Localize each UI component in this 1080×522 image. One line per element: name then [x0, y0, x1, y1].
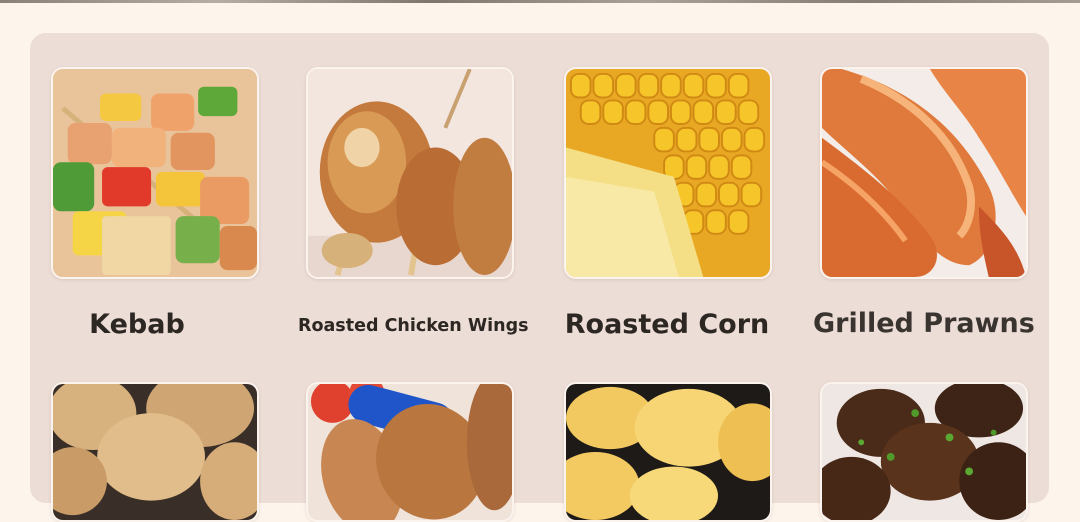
sausages-image[interactable]: [306, 382, 514, 522]
kebab-image[interactable]: [51, 67, 259, 279]
item-label-prawns: Grilled Prawns: [813, 308, 1035, 339]
mushrooms-image[interactable]: [820, 382, 1028, 522]
roasted-potato-chunks-photo: [566, 384, 770, 520]
corn-image[interactable]: [564, 67, 772, 279]
item-label-chicken-wings: Roasted Chicken Wings: [298, 316, 529, 336]
kebab-photo: [53, 69, 257, 277]
prawns-image[interactable]: [820, 67, 1028, 279]
chicken-wings-photo: [308, 69, 512, 277]
top-border-strip: [0, 0, 1080, 3]
potatoes-photo: [53, 384, 257, 520]
sausages-photo: [308, 384, 512, 520]
prawns-photo: [822, 69, 1026, 277]
item-label-kebab: Kebab: [89, 309, 185, 340]
potatoes-image[interactable]: [51, 382, 259, 522]
corn-photo: [566, 69, 770, 277]
roasted-potato-chunks-image[interactable]: [564, 382, 772, 522]
chicken-wings-image[interactable]: [306, 67, 514, 279]
mushrooms-photo: [822, 384, 1026, 520]
item-label-corn: Roasted Corn: [564, 309, 770, 340]
